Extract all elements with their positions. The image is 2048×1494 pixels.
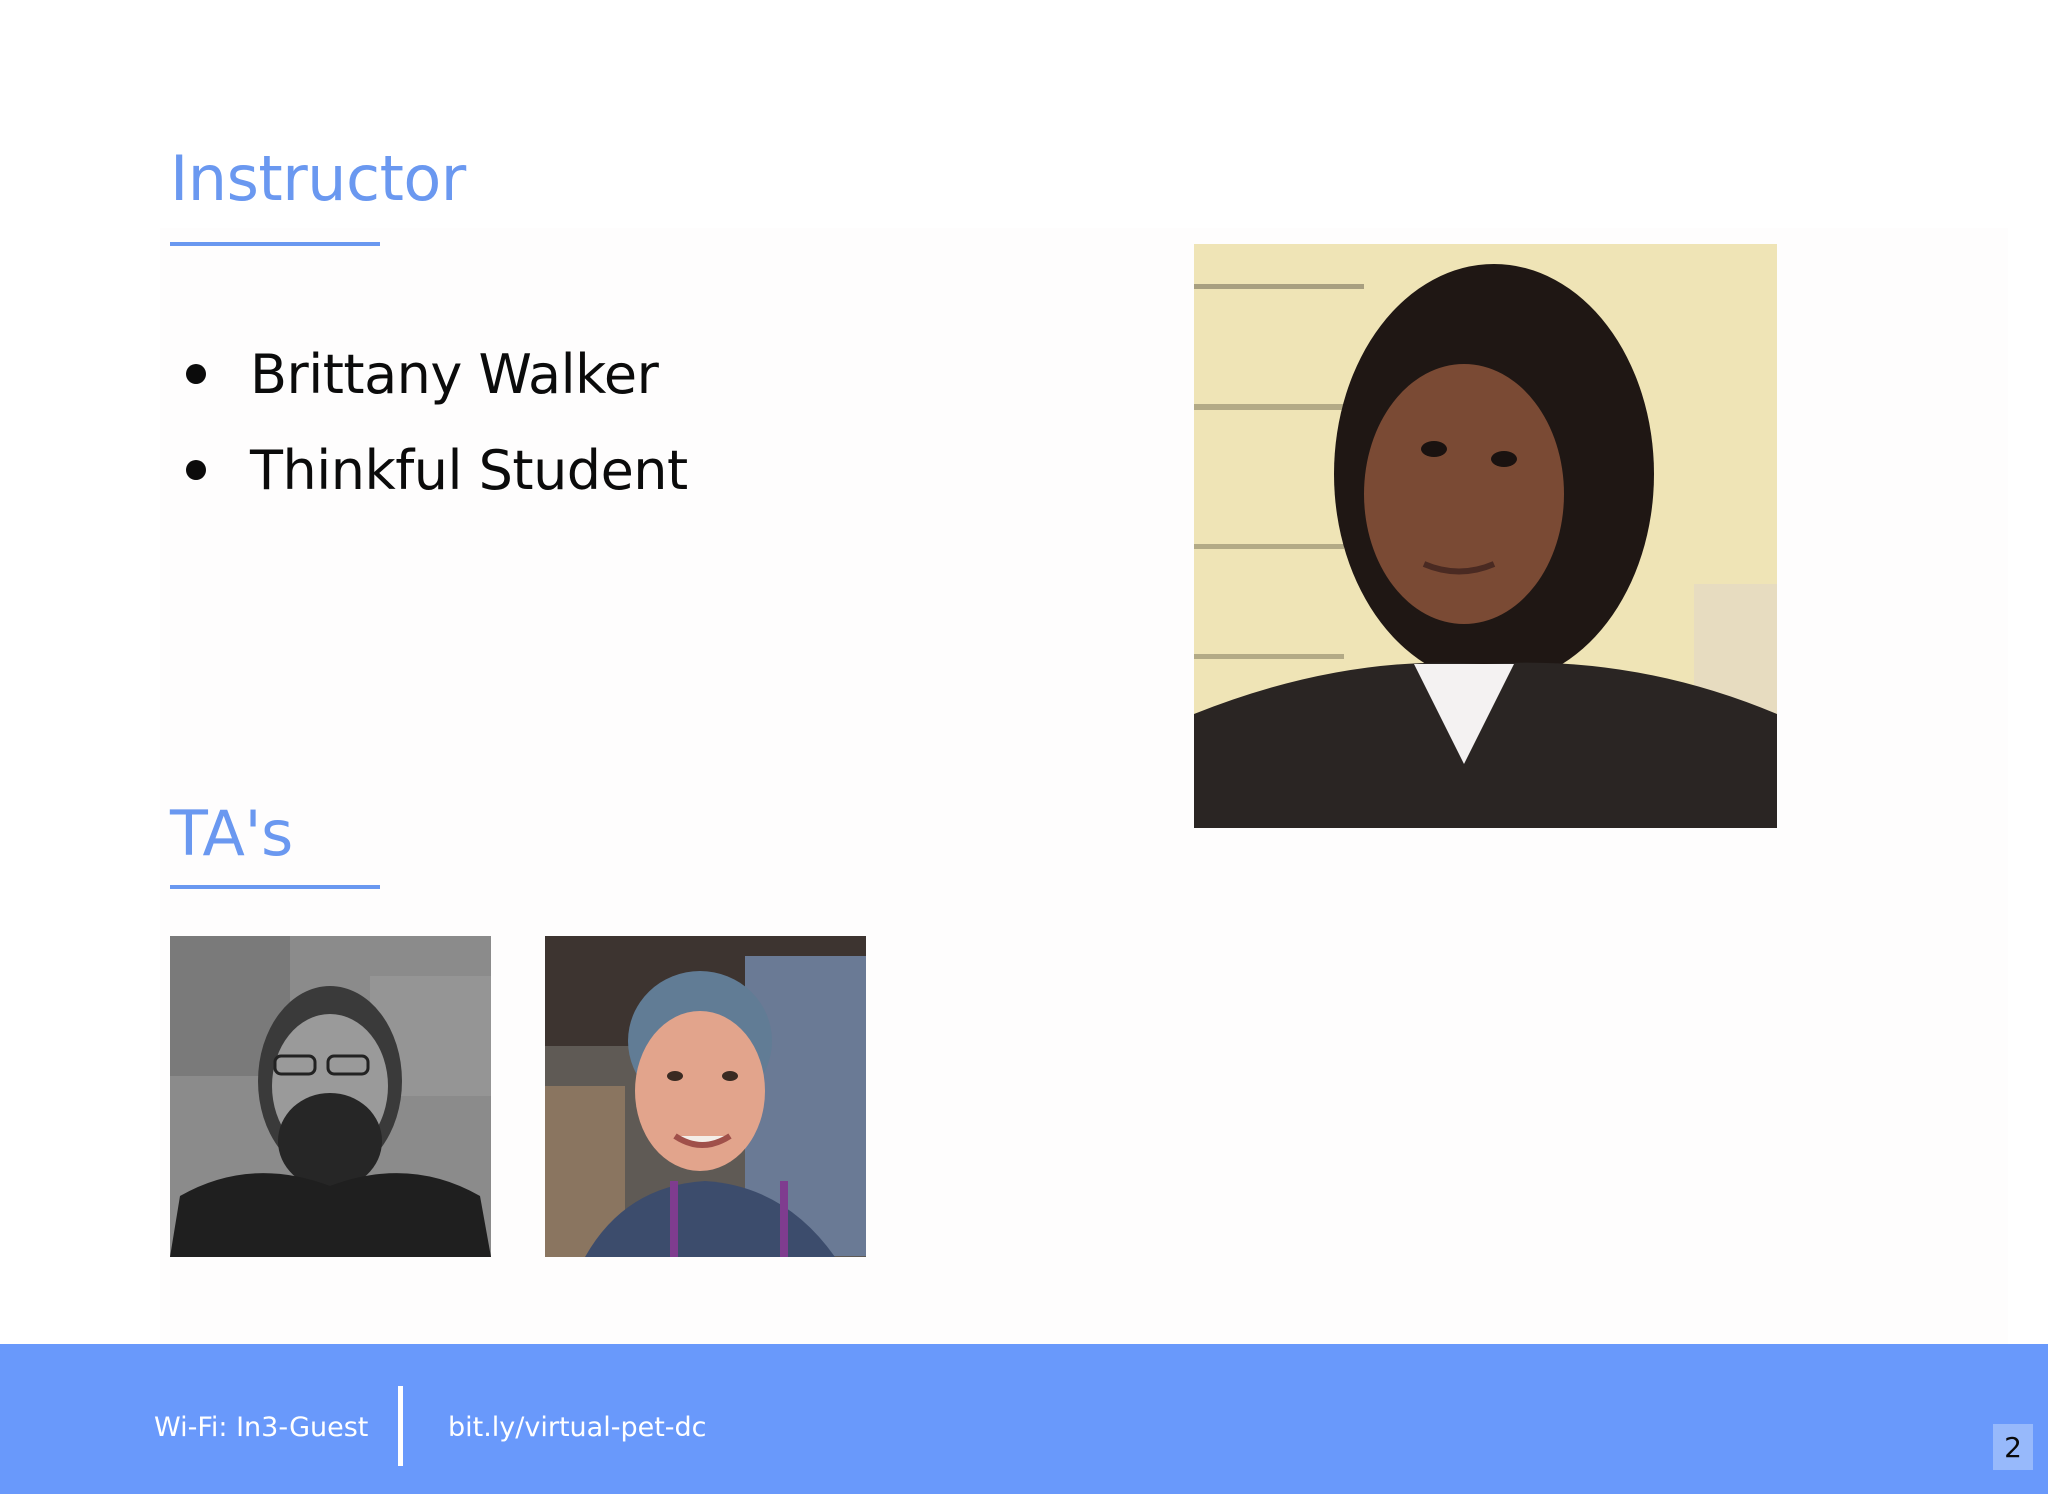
tas-heading: TA's <box>170 797 293 870</box>
list-item: Brittany Walker <box>180 326 688 422</box>
ta-photo-2 <box>545 936 866 1257</box>
wifi-info: Wi-Fi: In3-Guest <box>154 1412 369 1443</box>
footer-bar: Wi-Fi: In3-Guest bit.ly/virtual-pet-dc 2 <box>0 1344 2048 1494</box>
instructor-name: Brittany Walker <box>250 342 659 406</box>
bullet-icon <box>186 364 206 384</box>
bullet-icon <box>186 460 206 480</box>
project-link[interactable]: bit.ly/virtual-pet-dc <box>448 1412 707 1444</box>
instructor-heading: Instructor <box>170 142 466 215</box>
tas-heading-underline <box>170 885 380 889</box>
ta-photo-1 <box>170 936 491 1257</box>
instructor-role: Thinkful Student <box>250 438 688 502</box>
page-number: 2 <box>1993 1424 2033 1470</box>
instructor-heading-underline <box>170 242 380 246</box>
list-item: Thinkful Student <box>180 422 688 518</box>
instructor-photo <box>1194 244 1777 828</box>
footer-divider <box>398 1386 403 1466</box>
instructor-list: Brittany Walker Thinkful Student <box>180 326 688 518</box>
